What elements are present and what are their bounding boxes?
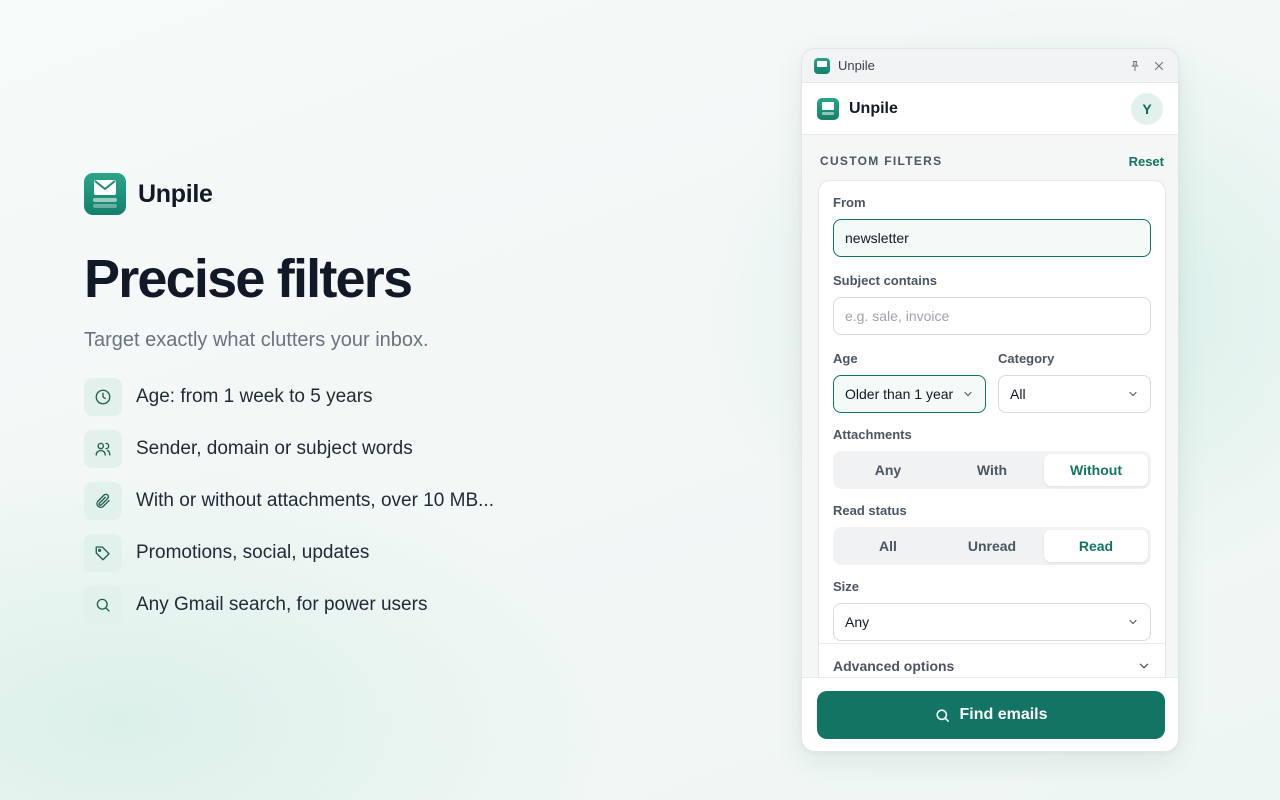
chevron-down-icon [1127, 388, 1139, 400]
filters-card: From Subject contains Age Older than 1 y… [818, 180, 1166, 700]
size-label: Size [833, 579, 860, 594]
chevron-down-icon [962, 388, 974, 400]
from-label: From [833, 195, 866, 210]
age-label: Age [833, 351, 858, 366]
brand-name: Unpile [138, 179, 213, 208]
age-select[interactable]: Older than 1 year [833, 375, 986, 413]
feature-item-search: Any Gmail search, for power users [84, 586, 704, 624]
users-icon [84, 430, 122, 468]
attachments-option-with[interactable]: With [940, 454, 1044, 486]
read-status-label: Read status [833, 503, 907, 518]
attachments-segmented-control: Any With Without [833, 451, 1151, 489]
page-headline: Precise filters [84, 249, 413, 309]
chevron-down-icon [1127, 616, 1139, 628]
subject-label: Subject contains [833, 273, 938, 288]
app-header: Unpile Y [802, 83, 1178, 135]
extension-window: Unpile Unpile Y CUSTOM FILTERS Reset Fro… [801, 48, 1179, 752]
feature-item-categories: Promotions, social, updates [84, 534, 704, 572]
window-footer: Find emails [802, 677, 1178, 751]
find-emails-button[interactable]: Find emails [817, 691, 1165, 739]
feature-text: With or without attachments, over 10 MB.… [136, 490, 494, 511]
feature-text: Age: from 1 week to 5 years [136, 386, 373, 407]
avatar[interactable]: Y [1131, 92, 1163, 125]
unpile-logo-icon [814, 57, 830, 74]
pin-icon[interactable] [1128, 59, 1142, 73]
feature-text: Promotions, social, updates [136, 542, 370, 563]
feature-item-sender: Sender, domain or subject words [84, 430, 704, 468]
app-name: Unpile [849, 99, 898, 117]
size-select[interactable]: Any [833, 603, 1151, 641]
chevron-down-icon [1137, 659, 1151, 673]
window-actions [1128, 59, 1166, 73]
subject-input[interactable] [833, 297, 1151, 335]
window-titlebar: Unpile [802, 49, 1178, 83]
close-icon[interactable] [1152, 59, 1166, 73]
from-input[interactable] [833, 219, 1151, 257]
feature-list: Age: from 1 week to 5 years Sender, doma… [84, 378, 704, 624]
feature-text: Any Gmail search, for power users [136, 594, 428, 615]
window-title: Unpile [838, 58, 875, 73]
section-title: CUSTOM FILTERS [820, 154, 943, 168]
age-select-value: Older than 1 year [845, 386, 954, 402]
hero-section: Unpile Precise filters Target exactly wh… [84, 173, 704, 638]
search-icon [934, 707, 951, 724]
attachments-option-without[interactable]: Without [1044, 454, 1148, 486]
read-status-option-read[interactable]: Read [1044, 530, 1148, 562]
attachments-label: Attachments [833, 427, 912, 442]
search-icon [84, 586, 122, 624]
page-subline: Target exactly what clutters your inbox. [84, 329, 429, 351]
paperclip-icon [84, 482, 122, 520]
read-status-option-all[interactable]: All [836, 530, 940, 562]
category-select[interactable]: All [998, 375, 1151, 413]
attachments-option-any[interactable]: Any [836, 454, 940, 486]
category-label: Category [998, 351, 1055, 366]
unpile-logo-icon [817, 97, 839, 120]
advanced-options-label: Advanced options [833, 657, 955, 674]
find-emails-label: Find emails [959, 706, 1048, 723]
category-select-value: All [1010, 386, 1026, 402]
tag-icon [84, 534, 122, 572]
unpile-logo-icon [84, 173, 126, 215]
read-status-option-unread[interactable]: Unread [940, 530, 1044, 562]
brand: Unpile [84, 173, 704, 215]
feature-item-attachments: With or without attachments, over 10 MB.… [84, 482, 704, 520]
clock-icon [84, 378, 122, 416]
feature-item-age: Age: from 1 week to 5 years [84, 378, 704, 416]
reset-button[interactable]: Reset [1129, 154, 1164, 169]
read-status-segmented-control: All Unread Read [833, 527, 1151, 565]
feature-text: Sender, domain or subject words [136, 438, 413, 459]
size-select-value: Any [845, 614, 870, 630]
